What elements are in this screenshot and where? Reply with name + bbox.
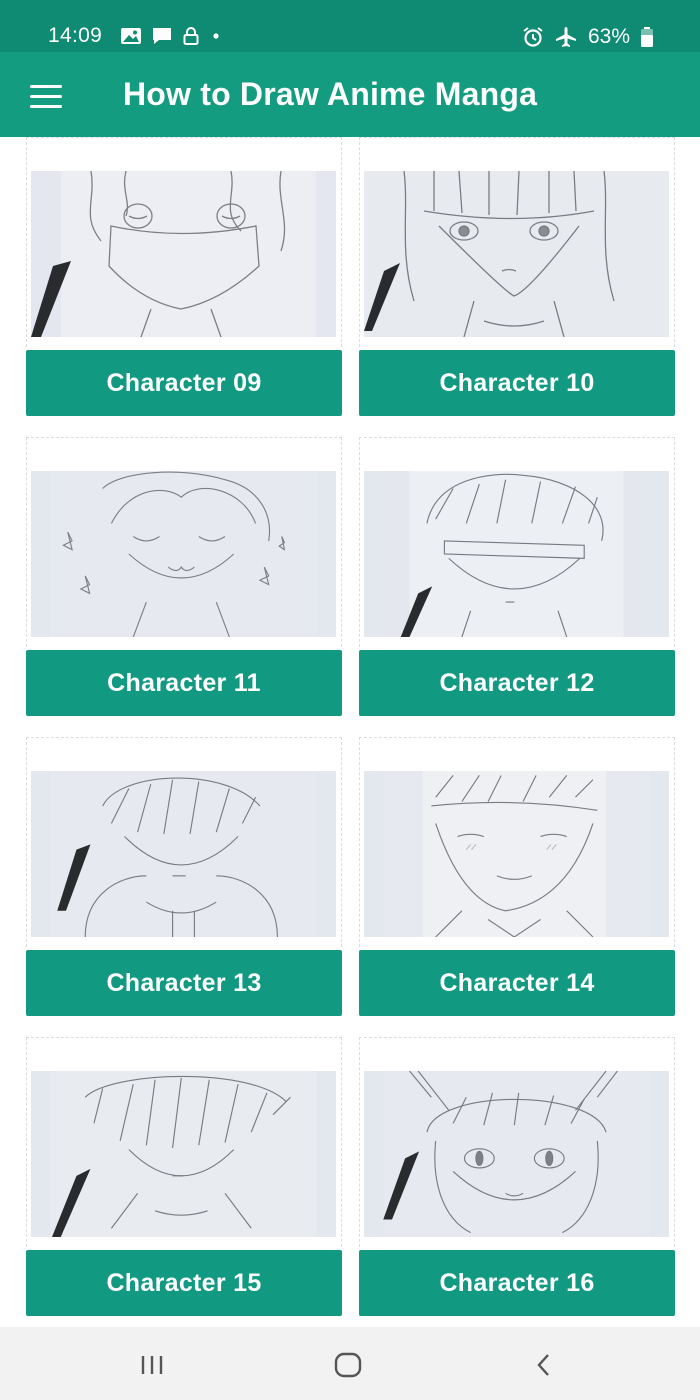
battery-icon [640,26,654,48]
battery-percent: 63% [587,25,630,48]
character-card[interactable]: Character 14 [359,737,675,1016]
sketch-blushing-boy [383,771,650,937]
character-card[interactable]: Character 13 [26,737,342,1016]
sketch-messy-hair-boy [50,1071,317,1237]
character-thumbnail[interactable] [364,771,669,937]
sketch-hooded-boy [50,771,317,937]
character-button[interactable]: Character 10 [359,350,675,416]
character-grid[interactable]: Character 09 Character 10 Character 11 C… [0,137,700,1327]
character-thumbnail[interactable] [364,471,669,637]
home-icon[interactable] [318,1345,378,1385]
character-thumbnail[interactable] [364,1071,669,1237]
character-card[interactable]: Character 15 [26,1037,342,1316]
message-icon [151,26,173,46]
character-button[interactable]: Character 16 [359,1250,675,1316]
image-icon [120,26,142,46]
character-thumbnail[interactable] [31,471,336,637]
lock-icon [182,26,200,46]
back-icon[interactable] [514,1345,574,1385]
character-button[interactable]: Character 11 [26,650,342,716]
alarm-icon [522,26,544,48]
dot-icon [209,26,223,46]
character-card[interactable]: Character 09 [26,137,342,416]
character-button[interactable]: Character 13 [26,950,342,1016]
status-bar: 14:09 63% [0,0,700,52]
character-button[interactable]: Character 12 [359,650,675,716]
sketch-smiling-boy [50,471,317,637]
character-button[interactable]: Character 09 [26,350,342,416]
app-title: How to Draw Anime Manga [123,76,538,112]
hamburger-menu-icon[interactable] [24,76,70,116]
character-card[interactable]: Character 10 [359,137,675,416]
character-card[interactable]: Character 12 [359,437,675,716]
character-button[interactable]: Character 15 [26,1250,342,1316]
character-thumbnail[interactable] [364,171,669,337]
status-time: 14:09 [48,24,103,47]
character-card[interactable]: Character 11 [26,437,342,716]
sketch-cat-ear-girl [383,1071,650,1237]
sketch-girl-bangs [364,171,669,337]
character-button[interactable]: Character 14 [359,950,675,1016]
app-bar: How to Draw Anime Manga [0,52,700,137]
recent-apps-icon[interactable] [122,1345,182,1385]
character-thumbnail[interactable] [31,1071,336,1237]
sketch-masked-boy [31,171,336,337]
airplane-icon [554,26,578,48]
character-thumbnail[interactable] [31,771,336,937]
system-nav-bar [0,1327,700,1400]
status-right-icons: 63% [522,24,654,50]
character-thumbnail[interactable] [31,171,336,337]
character-card[interactable]: Character 16 [359,1037,675,1316]
status-left-icons [120,24,223,48]
sketch-blindfold-boy [383,471,650,637]
